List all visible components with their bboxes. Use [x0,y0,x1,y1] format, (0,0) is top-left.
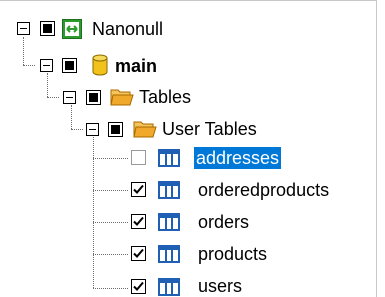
tree-connector [93,254,128,255]
table-icon [158,149,180,167]
tree-label-tables[interactable]: Tables [137,86,193,108]
checkbox-root[interactable] [40,21,55,36]
tree-connector [23,65,35,66]
checkbox-table-users[interactable] [131,279,146,294]
folder-icon [110,89,134,106]
collapse-toggle-user-tables[interactable] [86,123,99,136]
checkbox-table-addresses[interactable] [131,150,146,165]
tree-connector [47,73,48,97]
database-cylinder-icon [92,54,108,76]
checkbox-tables[interactable] [86,90,101,105]
collapse-toggle-tables[interactable] [63,91,76,104]
folder-icon [133,121,157,138]
tree-connector [93,190,128,191]
checkbox-main[interactable] [62,58,77,73]
checkbox-user-tables[interactable] [108,122,123,137]
tree-label-main[interactable]: main [113,55,159,77]
tree-connector [47,97,59,98]
tree-connector [71,105,72,129]
collapse-toggle-root[interactable] [17,22,30,35]
table-icon [158,278,180,296]
collapse-toggle-main[interactable] [40,59,53,72]
checkbox-table-orders[interactable] [131,214,146,229]
table-icon [158,181,180,199]
tree-connector [93,222,128,223]
tree-label-table-products[interactable]: products [196,243,269,265]
tree-label-root[interactable]: Nanonull [90,18,165,40]
tree-connector [93,137,94,288]
tree-label-table-orderedproducts[interactable]: orderedproducts [196,179,331,201]
tree-label-user-tables[interactable]: User Tables [160,118,259,140]
tree-connector [93,158,128,159]
database-server-icon [62,19,82,39]
tree-connector [71,129,83,130]
checkbox-table-orderedproducts[interactable] [131,182,146,197]
table-icon [158,245,180,263]
tree-label-table-addresses[interactable]: addresses [194,147,282,169]
tree-connector [23,37,24,65]
table-icon [158,213,180,231]
tree-panel: Nanonull main Tables User Tables address… [0,0,377,297]
checkbox-table-products[interactable] [131,246,146,261]
tree-connector [93,288,128,289]
tree-label-table-orders[interactable]: orders [196,211,251,233]
tree-label-table-users[interactable]: users [196,275,244,297]
